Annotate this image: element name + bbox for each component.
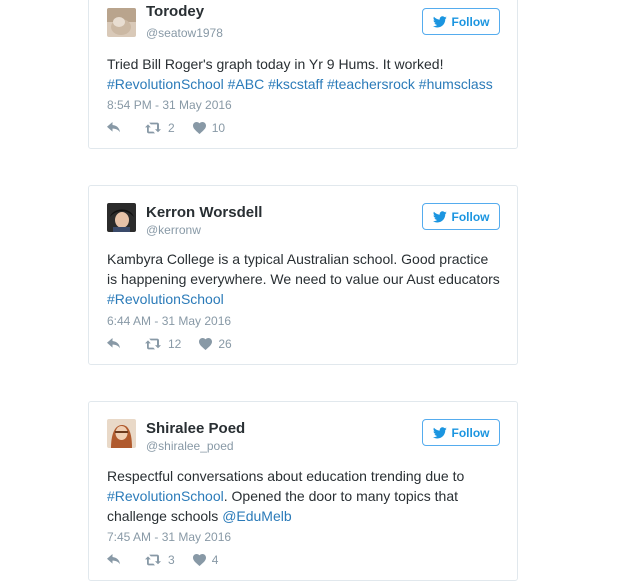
like-count: 10 <box>211 121 226 135</box>
avatar[interactable] <box>107 8 136 37</box>
author-name[interactable]: Kerron Worsdell <box>146 204 262 221</box>
tweet-text-body: Tried Bill Roger's graph today in Yr 9 H… <box>107 56 444 72</box>
follow-label: Follow <box>451 14 490 29</box>
like-button[interactable]: 26 <box>199 337 232 351</box>
retweet-button[interactable]: 12 <box>145 337 181 351</box>
heart-icon <box>192 122 212 134</box>
tweet-card: Shiralee Poed @shiralee_poed Follow Resp… <box>88 401 518 581</box>
follow-button[interactable]: Follow <box>422 203 500 230</box>
tweet-card: Kerron Worsdell @kerronw Follow Kambyra … <box>88 185 518 365</box>
tweet-card: Torodey @seatow1978 Follow Tried Bill Ro… <box>88 0 518 149</box>
retweet-button[interactable]: 3 <box>145 553 175 567</box>
reply-icon <box>107 554 127 566</box>
tweet-actions: 3 4 <box>107 552 236 568</box>
tweet-text: Respectful conversations about education… <box>107 466 501 526</box>
tweet-text: Tried Bill Roger's graph today in Yr 9 H… <box>107 54 501 94</box>
avatar[interactable] <box>107 419 136 448</box>
retweet-icon <box>145 554 168 566</box>
heart-icon <box>192 554 212 566</box>
tweet-header: Shiralee Poed @shiralee_poed Follow <box>89 402 517 453</box>
retweet-button[interactable]: 2 <box>145 121 175 135</box>
follow-button[interactable]: Follow <box>422 8 500 35</box>
hashtag-link[interactable]: #RevolutionSchool <box>107 488 224 504</box>
tweet-text-body: Kambyra College is a typical Australian … <box>107 251 500 287</box>
retweet-count: 2 <box>168 121 175 135</box>
heart-icon <box>199 338 218 350</box>
author-handle[interactable]: @seatow1978 <box>146 26 223 40</box>
tweet-text-body: Respectful conversations about education… <box>107 468 465 484</box>
reply-button[interactable] <box>107 122 127 134</box>
tweet-text: Kambyra College is a typical Australian … <box>107 249 501 309</box>
hashtag-link[interactable]: #RevolutionSchool #ABC #kscstaff #teache… <box>107 76 493 92</box>
timestamp[interactable]: 6:44 AM - 31 May 2016 <box>107 314 231 328</box>
twitter-bird-icon <box>432 15 447 28</box>
twitter-bird-icon <box>432 210 447 223</box>
tweet-header: Kerron Worsdell @kerronw Follow <box>89 186 517 237</box>
follow-label: Follow <box>451 425 490 440</box>
reply-button[interactable] <box>107 554 127 566</box>
author-name[interactable]: Torodey <box>146 3 204 20</box>
author-name[interactable]: Shiralee Poed <box>146 420 245 437</box>
mention-link[interactable]: @EduMelb <box>222 508 291 524</box>
avatar[interactable] <box>107 203 136 232</box>
twitter-bird-icon <box>432 426 447 439</box>
reply-button[interactable] <box>107 338 127 350</box>
author-handle[interactable]: @shiralee_poed <box>146 439 234 453</box>
author-handle[interactable]: @kerronw <box>146 223 201 237</box>
reply-icon <box>107 338 127 350</box>
like-count: 4 <box>211 553 219 567</box>
like-button[interactable]: 10 <box>192 121 226 135</box>
retweet-icon <box>145 122 168 134</box>
reply-icon <box>107 122 127 134</box>
follow-button[interactable]: Follow <box>422 419 500 446</box>
tweet-actions: 2 10 <box>107 120 243 136</box>
retweet-count: 12 <box>168 337 182 351</box>
retweet-icon <box>145 338 168 350</box>
timestamp[interactable]: 8:54 PM - 31 May 2016 <box>107 98 232 112</box>
like-button[interactable]: 4 <box>192 553 219 567</box>
follow-label: Follow <box>451 209 490 224</box>
tweet-actions: 12 26 <box>107 336 250 352</box>
tweet-header: Torodey @seatow1978 Follow <box>89 0 517 45</box>
retweet-count: 3 <box>168 553 175 567</box>
like-count: 26 <box>218 337 232 351</box>
timestamp[interactable]: 7:45 AM - 31 May 2016 <box>107 530 231 544</box>
hashtag-link[interactable]: #RevolutionSchool <box>107 291 224 307</box>
